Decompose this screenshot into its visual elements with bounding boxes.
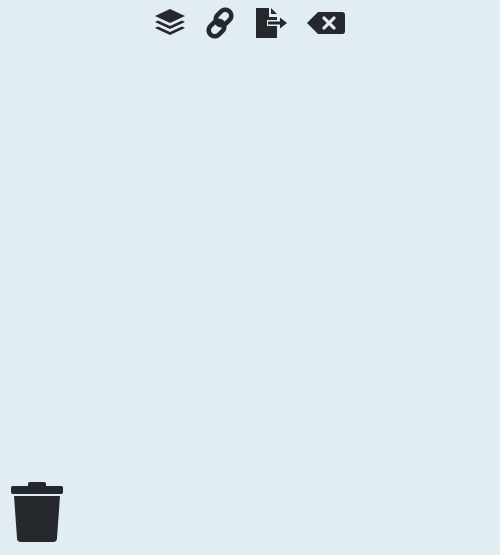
trash-button[interactable] xyxy=(10,480,64,544)
clear-button[interactable] xyxy=(305,6,347,40)
file-export-icon xyxy=(253,7,289,39)
trash-icon xyxy=(10,480,64,544)
layers-icon xyxy=(153,7,187,39)
link-icon xyxy=(203,7,237,39)
export-button[interactable] xyxy=(253,6,289,40)
layers-button[interactable] xyxy=(153,6,187,40)
backspace-clear-icon xyxy=(305,7,347,39)
link-button[interactable] xyxy=(203,6,237,40)
top-toolbar xyxy=(0,5,500,41)
